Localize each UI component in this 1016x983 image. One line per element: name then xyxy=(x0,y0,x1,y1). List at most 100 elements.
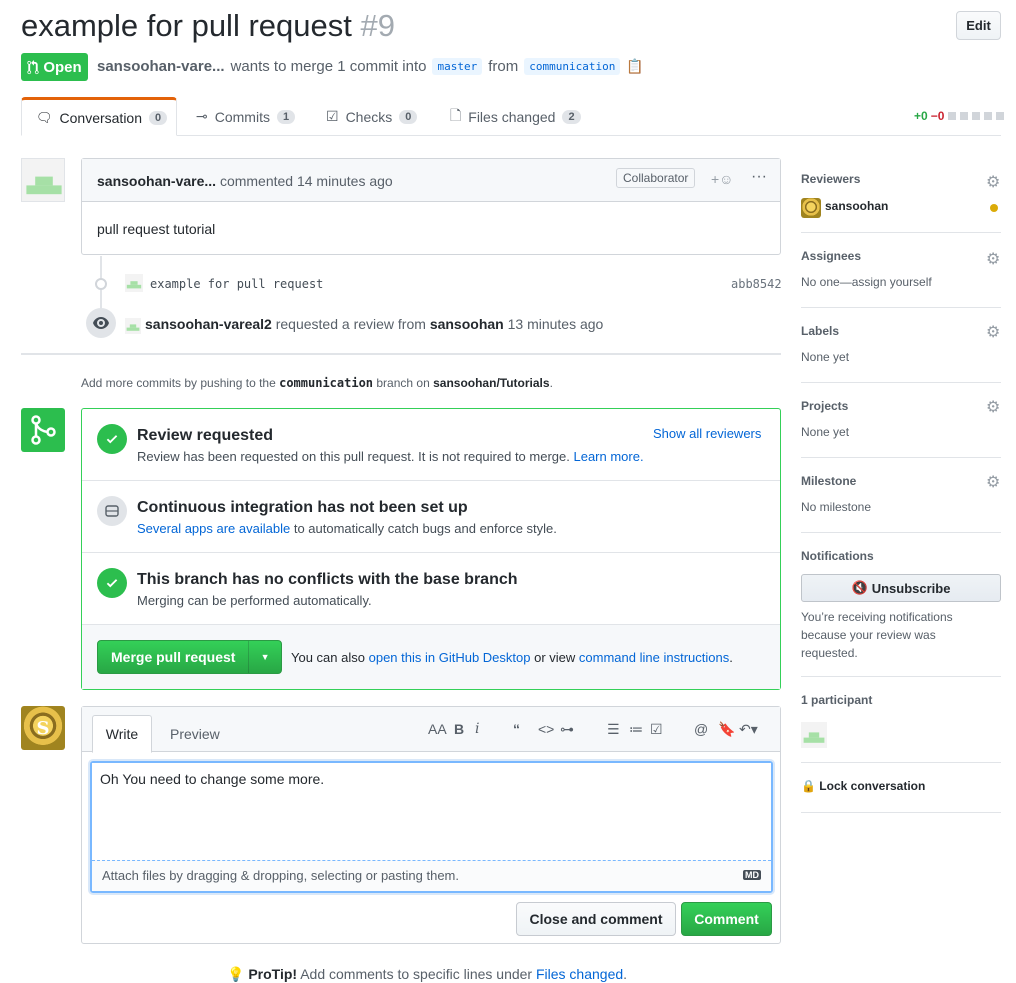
role-badge: Collaborator xyxy=(616,168,696,188)
show-all-reviewers-link[interactable]: Show all reviewers xyxy=(653,426,761,441)
sidebar-heading[interactable]: Labels xyxy=(801,324,839,338)
comment-textarea[interactable]: Oh You need to change some more. xyxy=(92,763,771,860)
comment-editor: Oh You need to change some more. Attach … xyxy=(90,761,773,893)
avatar[interactable]: S xyxy=(21,706,65,750)
sidebar-heading[interactable]: Reviewers xyxy=(801,172,860,186)
diffstat-block xyxy=(996,112,1005,120)
head-branch-tag[interactable]: communication xyxy=(524,58,621,75)
mention-icon[interactable]: @ xyxy=(694,721,708,737)
merge-alternatives: You can also open this in GitHub Desktop… xyxy=(291,650,733,665)
gear-icon[interactable]: ⚙ xyxy=(986,249,1000,269)
quote-icon[interactable]: “ xyxy=(513,721,520,737)
bold-icon[interactable]: B xyxy=(454,721,464,737)
comment-author-link[interactable]: sansoohan-vare... xyxy=(97,173,216,189)
check-circle-icon xyxy=(97,424,127,454)
pr-title-text: example for pull request xyxy=(21,8,352,43)
text-size-icon[interactable]: AA xyxy=(428,721,447,737)
reviewer-name-link[interactable]: sansoohan xyxy=(825,199,888,213)
sidebar-heading[interactable]: Assignees xyxy=(801,249,861,263)
sidebar-heading[interactable]: Milestone xyxy=(801,474,856,488)
more-options-icon[interactable]: ··· xyxy=(751,168,767,186)
also-suffix: . xyxy=(729,650,733,665)
avatar[interactable] xyxy=(801,198,821,218)
status-badge: Open xyxy=(21,53,88,81)
code-icon[interactable]: <> xyxy=(538,721,554,737)
task-list-icon[interactable]: ☑ xyxy=(650,721,663,738)
unordered-list-icon[interactable]: ☰ xyxy=(607,721,620,738)
review-target-link[interactable]: sansoohan xyxy=(430,316,504,332)
commit-message-link[interactable]: example for pull request xyxy=(150,277,323,291)
comment-button[interactable]: Comment xyxy=(681,902,772,936)
additions-count: +0 xyxy=(914,109,928,123)
link-icon[interactable]: ⊶ xyxy=(560,721,574,738)
avatar[interactable] xyxy=(125,274,143,292)
copy-icon[interactable]: 📋 xyxy=(626,58,643,75)
merge-pull-request-button[interactable]: Merge pull request xyxy=(98,649,248,665)
sidebar-heading: 1 participant xyxy=(801,693,873,707)
tab-checks[interactable]: ☑ Checks 0 xyxy=(326,97,418,136)
protip-label: ProTip! xyxy=(248,966,298,982)
tab-write[interactable]: Write xyxy=(92,715,152,753)
identicon-image xyxy=(126,324,140,331)
close-and-comment-button[interactable]: Close and comment xyxy=(516,902,676,936)
check-icon xyxy=(106,579,118,588)
gear-icon[interactable]: ⚙ xyxy=(986,472,1000,492)
command-line-link[interactable]: command line instructions xyxy=(579,650,729,665)
gear-icon[interactable]: ⚙ xyxy=(986,172,1000,192)
gear-icon[interactable]: ⚙ xyxy=(986,397,1000,417)
review-actor-link[interactable]: sansoohan-vareal2 xyxy=(145,316,272,332)
github-desktop-link[interactable]: open this in GitHub Desktop xyxy=(369,650,531,665)
lock-icon: 🔒 xyxy=(801,779,816,793)
ci-status-title: Continuous integration has not been set … xyxy=(137,499,468,516)
files-changed-link[interactable]: Files changed xyxy=(536,966,623,982)
learn-more-link[interactable]: Learn more. xyxy=(573,449,643,464)
ordered-list-icon[interactable]: ≔ xyxy=(629,721,643,738)
bookmark-icon[interactable]: 🔖 xyxy=(718,721,735,738)
tab-counter: 0 xyxy=(149,110,168,125)
base-branch-tag[interactable]: master xyxy=(432,58,483,75)
milestone-value: No milestone xyxy=(801,500,872,514)
projects-value: None yet xyxy=(801,425,850,439)
apps-available-link[interactable]: Several apps are available xyxy=(137,521,290,536)
sidebar-assignees: Assignees ⚙ No one—assign yourself xyxy=(801,233,1001,308)
add-reaction-icon[interactable]: +☺ xyxy=(711,171,733,187)
diffstat-block xyxy=(948,112,957,120)
sidebar-notifications: Notifications You’re receiving notificat… xyxy=(801,533,1001,677)
pending-review-icon xyxy=(990,204,998,212)
push-hint-middle: branch on xyxy=(376,376,430,390)
lock-conversation-link[interactable]: 🔒 Lock conversation xyxy=(801,779,925,793)
tab-preview[interactable]: Preview xyxy=(156,715,234,753)
unsubscribe-button[interactable]: 🔇 Unsubscribe xyxy=(801,574,1001,602)
server-icon xyxy=(105,505,119,517)
push-hint-repo: sansoohan/Tutorials xyxy=(433,376,550,390)
sidebar-lock: 🔒 Lock conversation xyxy=(801,763,1001,813)
sidebar-heading[interactable]: Projects xyxy=(801,399,848,413)
identicon-image xyxy=(126,281,142,289)
avatar[interactable] xyxy=(125,318,141,334)
tab-conversation[interactable]: 🗨 Conversation 0 xyxy=(21,97,177,136)
check-circle-icon xyxy=(97,568,127,598)
italic-icon[interactable]: i xyxy=(475,721,479,737)
commit-sha-link[interactable]: abb8542 xyxy=(731,277,782,291)
edit-button[interactable]: Edit xyxy=(956,11,1001,40)
avatar[interactable] xyxy=(801,722,827,748)
tab-commits[interactable]: ⊸ Commits 1 xyxy=(196,97,296,136)
tab-counter: 2 xyxy=(562,109,581,124)
ci-status-text: to automatically catch bugs and enforce … xyxy=(293,521,557,536)
tab-files-changed[interactable]: 🗋 Files changed 2 xyxy=(450,97,581,136)
review-request-event: sansoohan-vareal2 requested a review fro… xyxy=(145,316,603,332)
ci-status-row: Continuous integration has not been set … xyxy=(82,481,780,553)
push-hint-prefix: Add more commits by pushing to the xyxy=(81,376,276,390)
merge-options-dropdown[interactable]: ▼ xyxy=(248,641,281,673)
gear-icon[interactable]: ⚙ xyxy=(986,322,1000,342)
lock-label: Lock conversation xyxy=(819,779,926,793)
markdown-icon[interactable]: MD xyxy=(743,870,761,880)
sidebar-heading: Notifications xyxy=(801,549,874,563)
reply-icon[interactable]: ↶▾ xyxy=(739,721,758,738)
attach-files-hint[interactable]: Attach files by dragging & dropping, sel… xyxy=(92,860,771,891)
pr-author-link[interactable]: sansoohan-vare... xyxy=(97,58,225,75)
avatar[interactable] xyxy=(21,158,65,202)
timeline-divider xyxy=(21,353,781,355)
identicon-image xyxy=(26,176,62,195)
assign-yourself-link[interactable]: No one—assign yourself xyxy=(801,275,932,289)
